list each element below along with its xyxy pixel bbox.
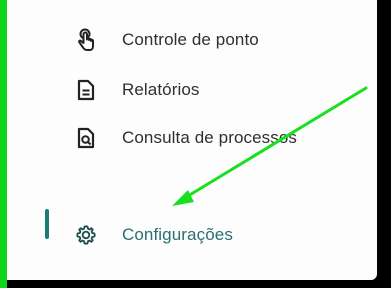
menu-item-label: Controle de ponto (122, 30, 259, 49)
gear-icon (75, 223, 97, 247)
menu-item-controle-de-ponto[interactable]: Controle de ponto (7, 20, 367, 60)
sidebar-menu: Controle de ponto Relatórios Consulta de… (7, 0, 377, 280)
menu-item-label: Consulta de processos (122, 128, 298, 147)
menu-item-configuracoes[interactable]: Configurações (7, 215, 367, 255)
menu-item-label: Configurações (122, 225, 233, 244)
document-search-icon (75, 126, 97, 150)
menu-item-label: Relatórios (122, 80, 200, 99)
menu-item-relatorios[interactable]: Relatórios (7, 70, 367, 110)
touch-hand-icon (75, 28, 97, 52)
document-icon (75, 78, 97, 102)
green-edge-strip (0, 0, 7, 288)
menu-item-consulta-de-processos[interactable]: Consulta de processos (7, 118, 367, 158)
